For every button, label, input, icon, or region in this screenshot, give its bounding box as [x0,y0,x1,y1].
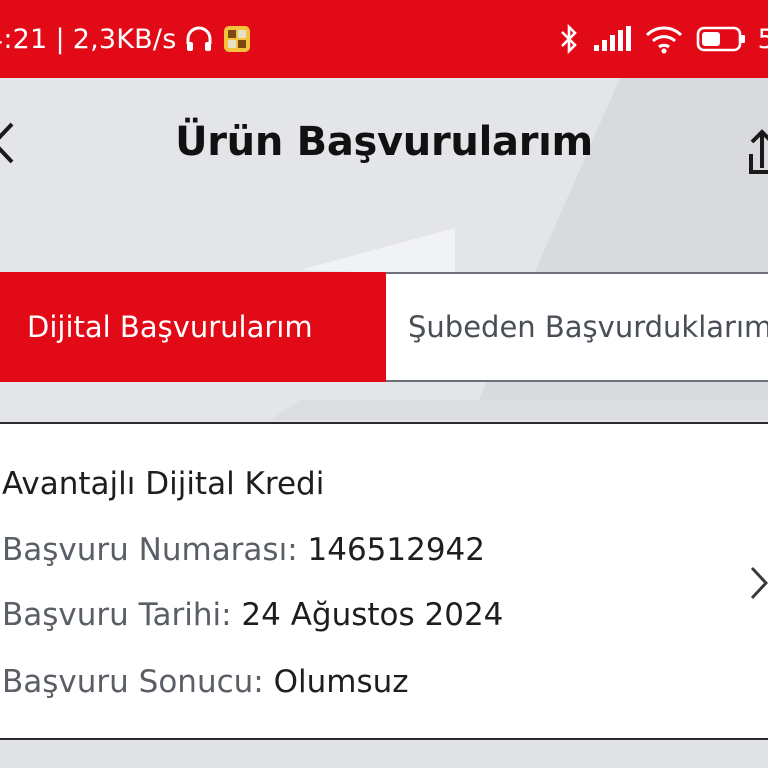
status-right: 50 [558,0,768,78]
tab-branch-applications[interactable]: Şubeden Başvurduklarım [386,272,768,382]
application-date-value: 24 Ağustos 2024 [241,597,504,633]
app-notification-icon [222,24,252,54]
status-bar: 4:21 | 2,3KB/s [0,0,768,78]
application-date-label: Başvuru Tarihi: [2,597,232,633]
battery-level: 50 [757,23,768,55]
application-date-row: Başvuru Tarihi: 24 Ağustos 2024 [2,597,503,633]
application-card[interactable]: Avantajlı Dijital Kredi Başvuru Numarası… [0,422,768,740]
status-left: 4:21 | 2,3KB/s [0,0,252,78]
product-name: Avantajlı Dijital Kredi [2,466,325,502]
tab-label: Dijital Başvurularım [27,310,313,344]
application-number-row: Başvuru Numarası: 146512942 [2,532,485,568]
application-result-label: Başvuru Sonucu: [2,664,264,700]
tab-label: Şubeden Başvurduklarım [408,310,768,344]
application-result-value: Olumsuz [273,664,409,700]
network-speed: 2,3KB/s [72,23,177,55]
application-number-label: Başvuru Numarası: [2,532,298,568]
next-card-edge [0,742,768,768]
signal-icon [592,25,632,53]
wifi-icon [644,24,684,54]
bluetooth-icon [558,23,580,55]
chevron-right-icon[interactable] [748,564,768,602]
headphones-icon [184,24,214,54]
page-title: Ürün Başvurularım [175,119,593,165]
share-icon[interactable] [748,124,768,176]
app-header: Ürün Başvurularım [0,78,768,228]
application-result-row: Başvuru Sonucu: Olumsuz [2,664,409,700]
battery-icon [696,25,746,53]
tab-bar: Dijital Başvurularım Şubeden Başvurdukla… [0,272,768,384]
application-number-value: 146512942 [307,532,486,568]
status-time: 4:21 [0,23,48,55]
tab-digital-applications[interactable]: Dijital Başvurularım [0,272,386,382]
status-separator: | [55,23,65,55]
